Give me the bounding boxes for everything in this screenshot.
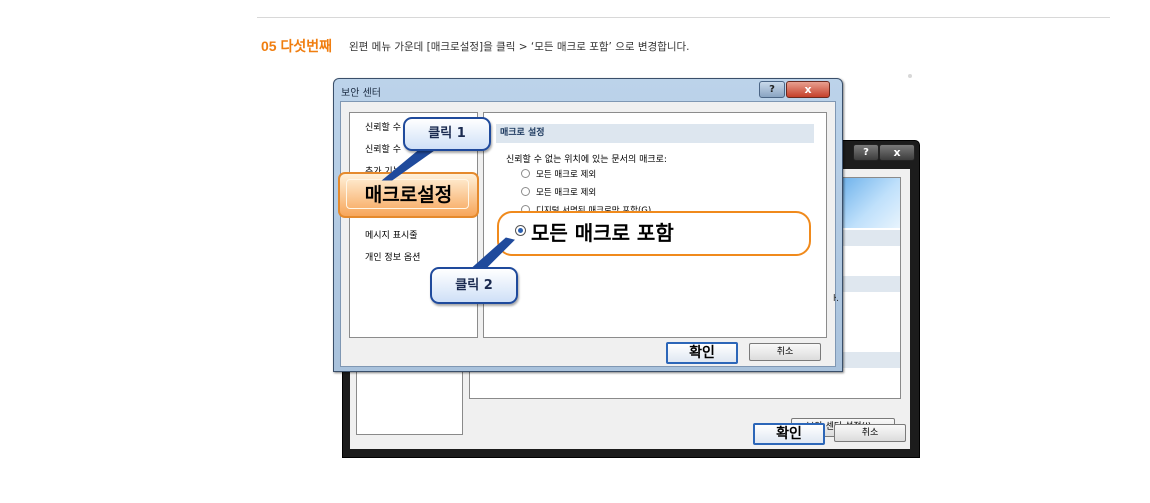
radio-disable-all[interactable]: 모든 매크로 제외 bbox=[521, 168, 596, 180]
radio-selected-icon bbox=[515, 225, 526, 236]
help-button[interactable]: ? bbox=[853, 144, 879, 161]
enable-all-macros-label: 모든 매크로 포함 bbox=[531, 221, 674, 245]
truncated-text: ŀ. bbox=[833, 294, 839, 304]
nav-item-trusted-locations[interactable]: 신뢰할 수 bbox=[365, 142, 401, 155]
help-button[interactable]: ? bbox=[759, 81, 785, 98]
close-button[interactable]: x bbox=[879, 144, 915, 161]
nav-item-message-bar[interactable]: 메시지 표시줄 bbox=[365, 228, 418, 241]
cancel-button[interactable]: 취소 bbox=[834, 424, 906, 442]
radio-disable-all-notify[interactable]: 모든 매크로 제외 bbox=[521, 186, 596, 198]
click-1-callout: 클릭 1 bbox=[403, 117, 491, 151]
nav-item-privacy-options[interactable]: 개인 정보 옵션 bbox=[365, 250, 420, 263]
section-header: 매크로 설정 bbox=[496, 124, 814, 143]
decorative-dot bbox=[908, 74, 912, 78]
nav-item-trusted-publishers[interactable]: 신뢰할 수 bbox=[365, 120, 401, 133]
dialog-title: 보안 센터 bbox=[341, 88, 381, 99]
step-number: 05 다섯번째 bbox=[261, 38, 332, 54]
ok-button[interactable]: 확인 bbox=[666, 342, 738, 364]
macro-intro-text: 신뢰할 수 없는 위치에 있는 문서의 매크로: bbox=[506, 155, 667, 165]
ok-button[interactable]: 확인 bbox=[753, 423, 825, 445]
radio-icon bbox=[521, 187, 530, 196]
top-divider bbox=[257, 17, 1110, 18]
step-instruction: 왼편 메뉴 가운데 [매크로설정]을 클릭 > ‘모든 매크로 포함’ 으로 변… bbox=[349, 41, 690, 53]
radio-icon bbox=[521, 169, 530, 178]
cancel-button[interactable]: 취소 bbox=[749, 343, 821, 361]
click-2-callout: 클릭 2 bbox=[430, 267, 518, 304]
highlight-inner-border bbox=[346, 179, 469, 209]
close-button[interactable]: x bbox=[786, 81, 830, 98]
